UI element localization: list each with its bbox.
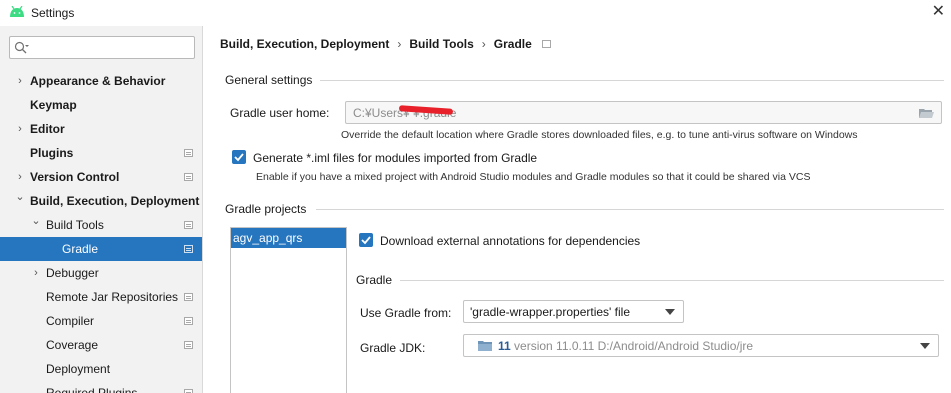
gradle-jdk-label: Gradle JDK: (360, 341, 426, 355)
generate-iml-label: Generate *.iml files for modules importe… (253, 151, 538, 165)
sidebar-item-label: Debugger (46, 266, 99, 280)
sidebar-item[interactable]: Keymap (0, 93, 202, 117)
chevron-down-icon[interactable]: ⌄ (14, 185, 26, 209)
gradle-user-home-hint: Override the default location where Grad… (341, 129, 858, 141)
gradle-section-title: Gradle (356, 273, 393, 287)
download-annotations-label: Download external annotations for depend… (380, 234, 641, 248)
search-input[interactable] (9, 36, 195, 59)
generate-iml-hint: Enable if you have a mixed project with … (256, 171, 811, 183)
use-gradle-from-label: Use Gradle from: (360, 306, 452, 320)
chevron-right-icon[interactable]: › (14, 69, 26, 93)
project-settings-icon (184, 293, 193, 301)
sidebar-item-label: Gradle (62, 242, 99, 256)
download-annotations-checkbox[interactable] (359, 233, 373, 247)
sidebar-item[interactable]: Gradle (0, 237, 202, 261)
project-settings-icon (184, 341, 193, 349)
divider (400, 280, 944, 281)
use-gradle-from-select[interactable]: 'gradle-wrapper.properties' file (463, 300, 684, 323)
sidebar-item-label: Keymap (30, 98, 77, 112)
breadcrumb-item[interactable]: Build, Execution, Deployment (220, 37, 389, 51)
sidebar-item[interactable]: › Debugger (0, 261, 202, 285)
gradle-jdk-select[interactable]: 11 version 11.0.11 D:/Android/Android St… (463, 334, 939, 357)
gradle-projects-list: agv_app_qrs (230, 227, 347, 393)
sidebar-item-label: Plugins (30, 146, 74, 160)
gradle-user-home-label: Gradle user home: (230, 106, 330, 120)
list-item[interactable]: agv_app_qrs (231, 228, 346, 248)
sidebar-item-label: Build Tools (46, 218, 104, 232)
jdk-detail: version 11.0.11 D:/Android/Android Studi… (514, 339, 754, 353)
breadcrumb: Build, Execution, Deployment › Build Tools… (220, 37, 551, 51)
window-title: Settings (31, 6, 75, 20)
sidebar-item-label: Remote Jar Repositories (46, 290, 179, 304)
sidebar-item-label: Editor (30, 122, 65, 136)
project-settings-icon (184, 173, 193, 181)
divider (320, 80, 944, 81)
jdk-version: 11 (498, 339, 511, 353)
chevron-down-icon[interactable]: ⌄ (30, 209, 42, 233)
sidebar-item[interactable]: Plugins (0, 141, 202, 165)
sidebar-item-label: Deployment (46, 362, 111, 376)
breadcrumb-separator: › (481, 37, 486, 51)
sidebar-item[interactable]: › Editor (0, 117, 202, 141)
project-settings-icon (184, 149, 193, 157)
gradle-projects-title: Gradle projects (225, 202, 307, 216)
sidebar-item-label: Version Control (30, 170, 120, 184)
sidebar-item[interactable]: ⌄ Build Tools (0, 213, 202, 237)
check-icon (361, 236, 371, 245)
generate-iml-checkbox[interactable] (232, 150, 246, 164)
sidebar-item[interactable]: Compiler (0, 309, 202, 333)
sidebar-item[interactable]: Remote Jar Repositories (0, 285, 202, 309)
settings-content: Build, Execution, Deployment › Build Tools… (204, 26, 951, 393)
project-settings-icon (184, 221, 193, 229)
chevron-right-icon[interactable]: › (14, 117, 26, 141)
sidebar-item-label: Appearance & Behavior (30, 74, 166, 88)
general-settings-title: General settings (225, 73, 313, 87)
sidebar-item-label: Build, Execution, Deployment (30, 194, 200, 208)
project-settings-icon (184, 389, 193, 393)
sidebar-item[interactable]: Required Plugins (0, 381, 202, 393)
sidebar-item-label: Compiler (46, 314, 95, 328)
sidebar-item-label: Required Plugins (46, 386, 138, 393)
sidebar-item[interactable]: › Appearance & Behavior (0, 69, 202, 93)
chevron-right-icon[interactable]: › (30, 261, 42, 285)
divider (316, 209, 944, 210)
project-settings-icon (541, 40, 551, 48)
project-settings-icon (184, 245, 193, 253)
dropdown-arrow-icon (920, 343, 930, 349)
folder-browse-icon[interactable] (918, 107, 934, 119)
settings-tree: › Appearance & Behavior Keymap › Editor Plugi… (0, 69, 202, 393)
settings-sidebar: › Appearance & Behavior Keymap › Editor Plugi… (0, 26, 203, 393)
close-button[interactable]: ✕ (932, 2, 945, 22)
title-bar: Settings ✕ (0, 0, 951, 26)
android-icon (10, 6, 24, 17)
breadcrumb-item: Gradle (493, 37, 532, 51)
check-icon (234, 153, 244, 162)
breadcrumb-separator: › (397, 37, 402, 51)
sidebar-item[interactable]: Deployment (0, 357, 202, 381)
gradle-user-home-field[interactable]: C:¥Users¥ ¥.gradle (345, 101, 942, 124)
use-gradle-from-value: 'gradle-wrapper.properties' file (470, 305, 630, 319)
dropdown-arrow-icon (665, 309, 675, 315)
project-settings-icon (184, 317, 193, 325)
breadcrumb-item[interactable]: Build Tools (409, 37, 473, 51)
search-icon (14, 41, 29, 54)
jdk-folder-icon (478, 341, 492, 351)
sidebar-item[interactable]: › Version Control (0, 165, 202, 189)
sidebar-item[interactable]: Coverage (0, 333, 202, 357)
sidebar-item-label: Coverage (46, 338, 99, 352)
